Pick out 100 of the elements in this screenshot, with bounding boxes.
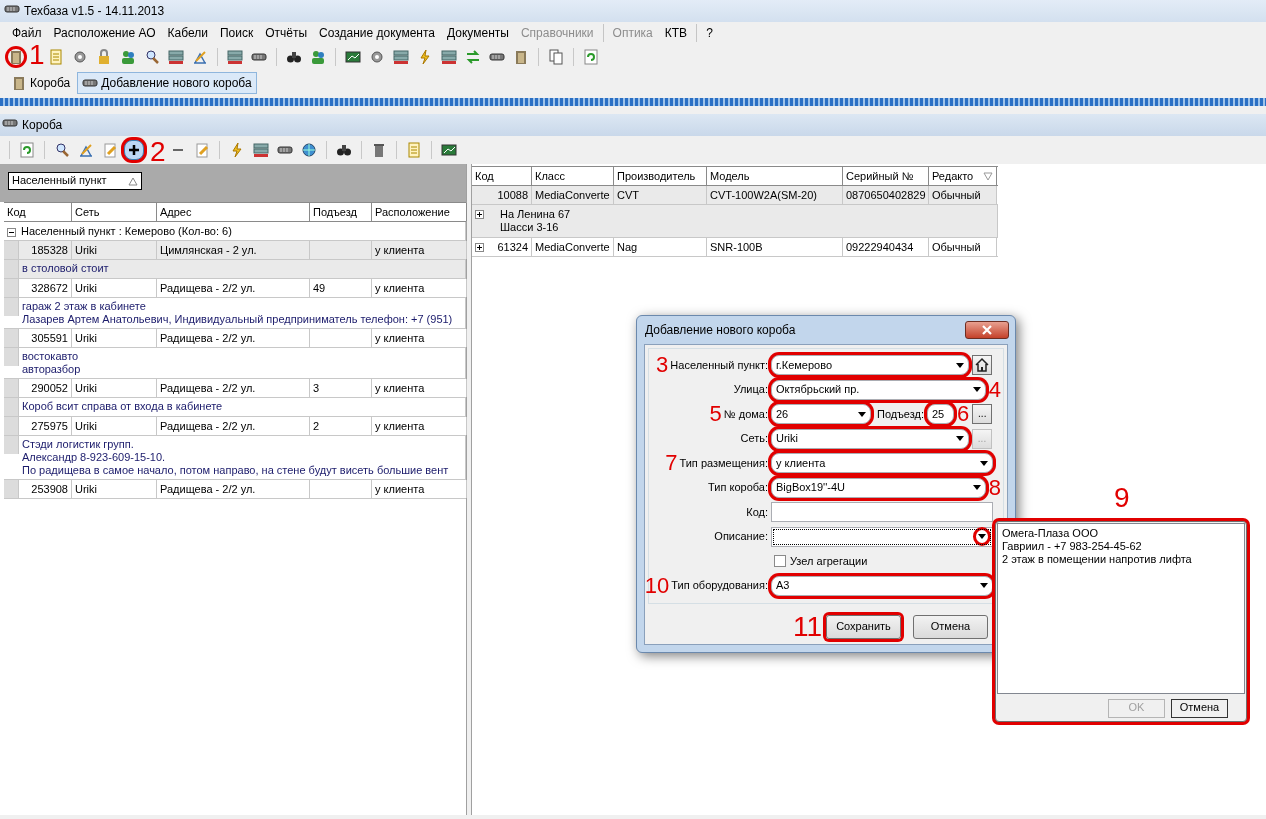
annotation-number: 3 — [656, 354, 669, 377]
chart-icon[interactable] — [192, 49, 208, 65]
trash-icon[interactable] — [371, 142, 387, 158]
binoculars-icon[interactable] — [286, 49, 302, 65]
menu-item[interactable]: Документы — [441, 25, 515, 41]
table-cell: у клиента — [372, 379, 467, 397]
dropdown-field[interactable]: BigBox19''-4U — [771, 477, 986, 498]
menu-item[interactable]: ? — [700, 25, 719, 41]
annotation-number: 1 — [29, 41, 45, 69]
expand-icon[interactable] — [475, 242, 484, 252]
text-field[interactable] — [771, 502, 993, 523]
table-cell: Uriki — [72, 329, 157, 347]
description-field[interactable] — [771, 526, 993, 547]
panel-title: Короба — [22, 117, 63, 133]
column-header[interactable]: Модель — [707, 167, 843, 185]
cabinet-icon[interactable] — [8, 49, 24, 65]
screen-icon[interactable] — [345, 49, 361, 65]
checkbox[interactable] — [774, 555, 786, 568]
table-cell: 275975 — [19, 417, 72, 435]
gear-icon[interactable] — [369, 49, 385, 65]
column-header[interactable]: Подъезд — [310, 203, 372, 221]
tab[interactable]: Добавление нового короба — [77, 72, 257, 94]
field-label: Код: — [746, 505, 768, 519]
field-label: Подъезд: — [877, 407, 924, 421]
search-icon[interactable] — [54, 142, 70, 158]
table-cell: Uriki — [72, 379, 157, 397]
table-cell: Радищева - 2/2 ул. — [157, 379, 310, 397]
dropdown-arrow-icon — [972, 387, 981, 393]
table-cell: Цимлянская - 2 ул. — [157, 241, 310, 259]
arrows-icon[interactable] — [465, 49, 481, 65]
memo-field[interactable]: Омега-Плаза ООО Гавриил - +7 983-254-45-62 2 этаж в помещении напротив лифта — [997, 523, 1245, 694]
ellipsis-button[interactable]: ... — [972, 404, 993, 425]
dropdown-field[interactable]: у клиента — [771, 453, 993, 474]
column-header[interactable]: Редакто — [932, 167, 974, 185]
lightning-icon[interactable] — [229, 142, 245, 158]
note-line: Шасси 3-16 — [500, 221, 560, 234]
note-line: в столовой стоит — [22, 262, 110, 275]
dropdown-field[interactable]: 26 — [771, 404, 871, 425]
collapse-icon[interactable] — [7, 227, 16, 237]
refresh-icon[interactable] — [19, 142, 35, 158]
menu-item[interactable]: Кабели — [161, 25, 214, 41]
checkbox-label: Узел агрегации — [790, 554, 868, 568]
group-by-field[interactable]: Населенный пункт — [8, 172, 142, 190]
cabinet-icon[interactable] — [513, 49, 529, 65]
people-icon[interactable] — [120, 49, 136, 65]
dropdown-field[interactable]: Октябрьский пр. — [771, 379, 986, 400]
search-icon[interactable] — [144, 49, 160, 65]
menu-item[interactable]: Создание документа — [313, 25, 441, 41]
menu-item[interactable]: КТВ — [658, 25, 694, 41]
server-icon[interactable] — [227, 49, 243, 65]
column-header[interactable]: Класс — [532, 167, 614, 185]
sort-icon[interactable] — [128, 176, 138, 186]
screen-icon[interactable] — [441, 142, 457, 158]
server-icon[interactable] — [253, 142, 269, 158]
people-icon[interactable] — [310, 49, 326, 65]
expand-icon[interactable] — [475, 210, 484, 219]
column-header[interactable]: Сеть — [72, 203, 157, 221]
table-cell: 2 — [310, 417, 372, 435]
menu-item[interactable]: Поиск — [213, 25, 260, 41]
menu-item[interactable]: Расположение АО — [47, 25, 162, 41]
dropdown-field[interactable]: А3 — [771, 575, 993, 596]
pencil-icon[interactable] — [102, 142, 118, 158]
table-cell: Uriki — [72, 480, 157, 498]
spin-field[interactable]: 25 — [927, 404, 954, 425]
dropdown-arrow-icon — [972, 485, 981, 491]
tab[interactable]: Короба — [6, 72, 76, 94]
column-header[interactable]: Серийный № — [843, 167, 929, 185]
column-header[interactable]: Код — [4, 203, 72, 221]
table-cell: Обычный — [929, 186, 997, 204]
column-header[interactable]: Адрес — [157, 203, 310, 221]
server-icon[interactable] — [393, 49, 409, 65]
dropdown-arrow-icon — [956, 362, 964, 368]
column-header[interactable]: Расположение — [372, 203, 467, 221]
close-button[interactable] — [965, 321, 1009, 339]
lightning-icon[interactable] — [417, 49, 433, 65]
lock-icon[interactable] — [96, 49, 112, 65]
filter-icon[interactable] — [983, 171, 993, 181]
splitter-bar[interactable] — [0, 98, 1266, 106]
table-cell: Радищева - 2/2 ул. — [157, 417, 310, 435]
menu-item[interactable]: Отчёты — [259, 25, 314, 41]
refresh-icon[interactable] — [583, 49, 599, 65]
gear-icon[interactable] — [72, 49, 88, 65]
field-label: Тип оборудования: — [671, 579, 768, 593]
pencil-icon[interactable] — [194, 142, 210, 158]
copy-icon[interactable] — [548, 49, 564, 65]
editor-button[interactable]: Отмена — [1171, 698, 1228, 718]
table-cell: SNR-100B — [707, 238, 843, 256]
column-header[interactable]: Производитель — [614, 167, 707, 185]
dropdown-field[interactable]: г.Кемерово — [771, 355, 969, 376]
server-icon[interactable] — [441, 49, 457, 65]
menu-item[interactable]: Файл — [6, 25, 48, 41]
dialog-button[interactable]: Отмена — [913, 615, 988, 639]
dropdown-field[interactable]: Uriki — [771, 428, 969, 449]
globe-icon[interactable] — [301, 142, 317, 158]
chart-icon[interactable] — [78, 142, 94, 158]
server-icon[interactable] — [168, 49, 184, 65]
dialog-button[interactable]: Сохранить — [826, 615, 901, 639]
column-header[interactable]: Код — [472, 167, 532, 185]
home-button[interactable] — [972, 355, 992, 376]
binoculars-icon[interactable] — [336, 142, 352, 158]
